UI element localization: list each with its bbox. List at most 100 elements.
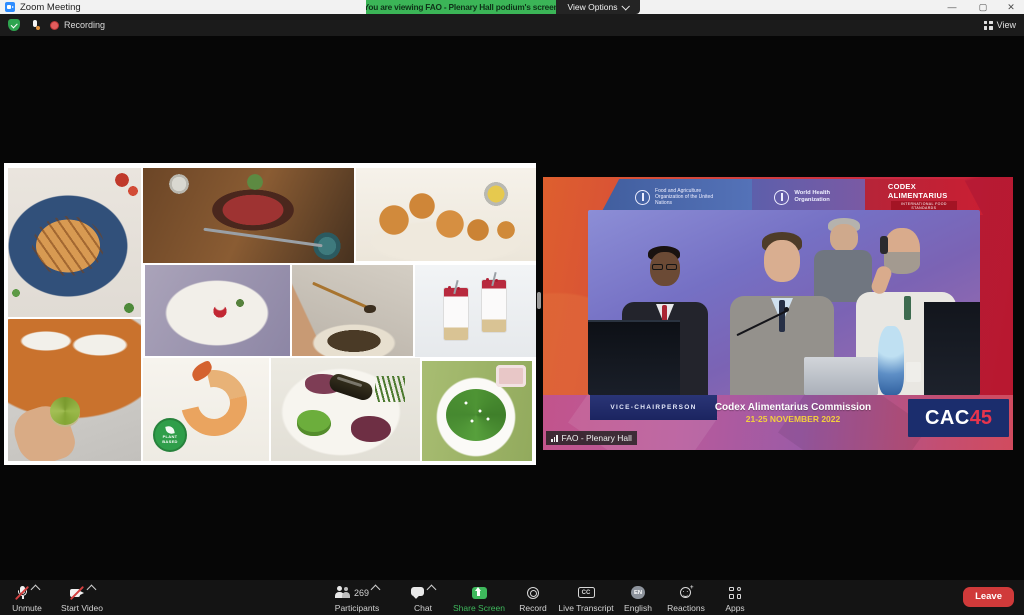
- unmute-label: Unmute: [12, 603, 42, 613]
- live-transcript-label: Live Transcript: [558, 603, 613, 613]
- closed-captions-icon: CC: [578, 587, 595, 599]
- share-screen-icon: [472, 587, 487, 599]
- record-button[interactable]: Record: [513, 580, 553, 615]
- share-screen-label: Share Screen: [453, 603, 505, 613]
- glasses-icon: [666, 264, 677, 270]
- parfait-glass: [481, 279, 507, 333]
- participants-icon: [335, 586, 351, 599]
- lanyard: [904, 296, 911, 320]
- view-options-label: View Options: [568, 2, 618, 12]
- view-options-button[interactable]: View Options: [556, 0, 640, 14]
- food-photo-matcha-pastry: [8, 319, 141, 461]
- food-photo-yogurt-parfait: [415, 265, 536, 357]
- who-logo-text: World Health Organization: [794, 190, 842, 204]
- event-title: Codex Alimentarius Commission: [693, 402, 893, 413]
- green-seaweed: [297, 410, 331, 436]
- food-photo-edible-insects: [292, 265, 413, 356]
- audio-options-chevron[interactable]: [31, 585, 41, 595]
- leave-button[interactable]: Leave: [963, 587, 1014, 607]
- food-photo-sliced-steak: [143, 168, 354, 263]
- sauce-dish: [496, 365, 526, 387]
- zoom-app-icon: [5, 2, 15, 12]
- share-screen-button[interactable]: Share Screen: [448, 580, 510, 615]
- screen-share-panel: PLANT BASED: [4, 163, 536, 465]
- apps-label: Apps: [725, 603, 744, 613]
- laptop: [804, 357, 878, 395]
- record-label: Record: [519, 603, 546, 613]
- monitor-right: [924, 302, 980, 395]
- zoom-meeting-window: Zoom Meeting You are viewing FAO - Plena…: [0, 0, 1024, 615]
- cac-number: 45: [970, 407, 992, 430]
- parfait-glass: [443, 287, 469, 341]
- red-seaweed: [351, 416, 391, 442]
- glasses-icon: [652, 264, 663, 270]
- chat-label: Chat: [414, 603, 432, 613]
- panel-resize-handle[interactable]: [537, 292, 541, 309]
- chat-button[interactable]: Chat: [400, 580, 446, 615]
- seaweed-strips: [375, 376, 405, 402]
- start-video-button[interactable]: Start Video: [53, 580, 111, 615]
- event-caption: Codex Alimentarius Commission 21-25 NOVE…: [693, 402, 893, 424]
- food-photo-fried-nuggets: [356, 168, 536, 261]
- participants-count: 269: [354, 588, 369, 598]
- microphone-muted-icon: [15, 586, 29, 600]
- interpretation-button[interactable]: EN English: [618, 580, 658, 615]
- security-shield-icon[interactable]: [8, 19, 20, 31]
- monitor-left: [588, 320, 680, 395]
- apps-icon: [729, 587, 741, 599]
- speaker-head: [764, 240, 800, 282]
- podium-photo: [588, 210, 980, 395]
- chat-bubble-icon: [411, 587, 425, 599]
- recording-label: Recording: [64, 20, 105, 30]
- kelp-bottle: [327, 372, 374, 403]
- reactions-label: Reactions: [667, 603, 705, 613]
- microphone-head: [784, 307, 789, 312]
- view-label: View: [997, 20, 1016, 30]
- reactions-smiley-icon: +: [680, 586, 693, 599]
- toolbar: Unmute Start Video 269 Participants: [0, 580, 1024, 615]
- matcha-rosette: [50, 397, 80, 425]
- unmute-button[interactable]: Unmute: [3, 580, 51, 615]
- participants-options-chevron[interactable]: [371, 585, 381, 595]
- chevron-down-icon: [622, 2, 630, 10]
- layout-grid-icon: [984, 21, 993, 30]
- chat-options-chevron[interactable]: [427, 585, 437, 595]
- signal-bars-icon: [551, 434, 558, 442]
- seaweed-salad-bowl: [446, 389, 506, 441]
- food-photo-grilled-chicken: [8, 168, 141, 317]
- fao-logo-icon: [635, 190, 650, 205]
- english-language-icon: EN: [631, 586, 645, 600]
- video-options-chevron[interactable]: [87, 585, 97, 595]
- live-transcript-button[interactable]: CC Live Transcript: [554, 580, 618, 615]
- food-photo-seaweed-varieties: [271, 358, 420, 461]
- camera-off-icon: [69, 586, 85, 599]
- audio-status-icon[interactable]: [29, 19, 41, 31]
- plant-based-badge-text: PLANT BASED: [158, 435, 182, 444]
- recording-dot-icon: [50, 21, 59, 30]
- meeting-header: Recording View: [0, 14, 1024, 36]
- title-bar: Zoom Meeting You are viewing FAO - Plena…: [0, 0, 1024, 14]
- reactions-button[interactable]: + Reactions: [662, 580, 710, 615]
- headset-earcup: [880, 236, 888, 254]
- participants-label: Participants: [335, 603, 379, 613]
- plant-based-badge: PLANT BASED: [153, 418, 187, 452]
- event-dates: 21-25 NOVEMBER 2022: [693, 414, 893, 424]
- maximize-button[interactable]: ▢: [972, 0, 994, 14]
- who-logo-icon: [774, 190, 789, 205]
- minimize-button[interactable]: —: [941, 0, 963, 14]
- sharing-banner: You are viewing FAO - Plenary Hall podiu…: [366, 0, 556, 14]
- food-photo-seaweed-salad: [422, 361, 532, 461]
- delegate-head: [830, 224, 858, 252]
- dark-tie: [779, 300, 785, 332]
- codex-logo-title: CODEX ALIMENTARIUS: [888, 183, 960, 199]
- apps-button[interactable]: Apps: [715, 580, 755, 615]
- participants-button[interactable]: 269 Participants: [326, 580, 388, 615]
- participant-name: FAO - Plenary Hall: [562, 433, 632, 443]
- record-icon: [527, 587, 539, 599]
- food-photo-plant-based-shrimp: PLANT BASED: [143, 358, 269, 461]
- glass-sculpture: [878, 326, 904, 395]
- view-layout-button[interactable]: View: [984, 17, 1016, 33]
- close-button[interactable]: ✕: [1000, 0, 1022, 14]
- start-video-label: Start Video: [61, 603, 103, 613]
- recording-indicator[interactable]: Recording: [50, 19, 105, 31]
